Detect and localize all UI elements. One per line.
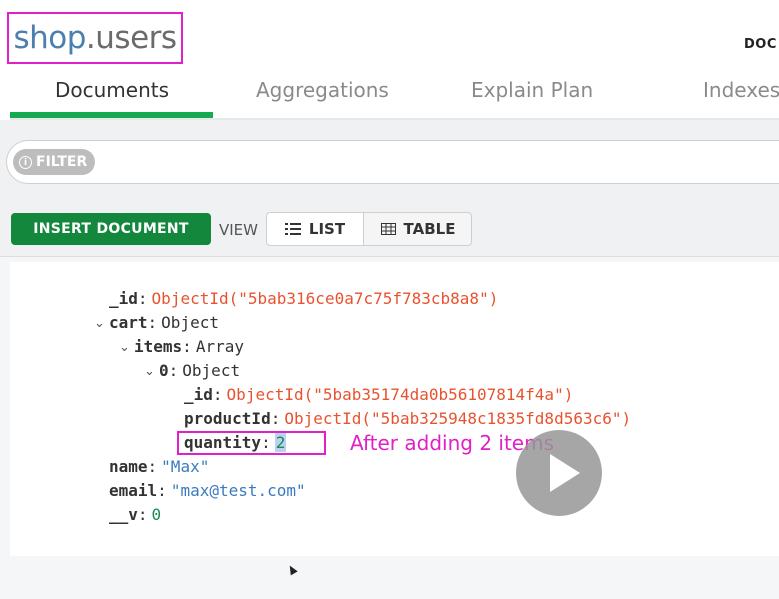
field-value[interactable]: ObjectId("5bab35174da0b56107814f4a")	[227, 385, 574, 404]
field-key: items	[134, 337, 183, 356]
field-key: productId	[184, 409, 271, 428]
quantity-highlight-box	[177, 431, 326, 455]
query-bar: i FILTER	[0, 120, 779, 206]
field-key: name	[109, 457, 148, 476]
info-icon: i	[19, 155, 32, 169]
documents-toolbar: INSERT DOCUMENT VIEW LIST TABLE	[0, 206, 779, 257]
table-icon	[380, 223, 396, 235]
field-value[interactable]: 0	[152, 505, 162, 524]
field-key: __v	[109, 505, 138, 524]
field-item-0: 0: Object	[159, 361, 241, 380]
tab-indexes[interactable]: Indexes	[703, 78, 779, 102]
field-id: _id: ObjectId("5bab316ce0a7c75f783cb8a8")	[109, 289, 499, 308]
tab-explain-plan[interactable]: Explain Plan	[471, 78, 593, 102]
active-tab-indicator	[10, 112, 213, 118]
field-value[interactable]: ObjectId("5bab325948c1835fd8d563c6")	[284, 409, 631, 428]
field-item-id: _id: ObjectId("5bab35174da0b56107814f4a")	[184, 385, 574, 404]
field-key: email	[109, 481, 158, 500]
field-key: _id	[109, 289, 138, 308]
list-icon	[284, 223, 301, 235]
field-value[interactable]: "Max"	[161, 457, 209, 476]
view-toggle: LIST TABLE	[266, 212, 472, 246]
filter-pill: i FILTER	[13, 149, 96, 175]
insert-document-button[interactable]: INSERT DOCUMENT	[11, 213, 211, 245]
namespace-title: shop. users	[7, 12, 183, 64]
field-key: cart	[109, 313, 148, 332]
tab-documents[interactable]: Documents	[55, 78, 169, 102]
cursor-icon	[286, 563, 298, 576]
field-product-id: productId: ObjectId("5bab325948c1835fd8d5…	[184, 409, 632, 428]
db-name: shop	[13, 20, 86, 56]
field-type: Array	[195, 337, 244, 356]
field-value[interactable]: "max@test.com"	[171, 481, 306, 500]
table-view-button[interactable]: TABLE	[364, 213, 472, 245]
tab-aggregations[interactable]: Aggregations	[256, 78, 389, 102]
collection-tabs: Documents Aggregations Explain Plan Inde…	[10, 70, 779, 124]
field-key: _id	[184, 385, 213, 404]
field-value[interactable]: ObjectId("5bab316ce0a7c75f783cb8a8")	[152, 289, 499, 308]
list-view-label: LIST	[308, 220, 346, 238]
caret-down-icon[interactable]: ⌄	[144, 364, 155, 379]
play-icon[interactable]	[516, 430, 602, 516]
table-view-label: TABLE	[403, 220, 456, 238]
field-key: 0	[159, 361, 169, 380]
documents-count-label: DOC	[744, 37, 777, 52]
field-items: items: Array	[134, 337, 244, 356]
namespace-dot: .	[85, 20, 96, 56]
field-version: __v: 0	[109, 505, 162, 524]
field-email: email: "max@test.com"	[109, 481, 306, 500]
collection-name: users	[95, 20, 177, 56]
list-view-button[interactable]: LIST	[267, 213, 364, 245]
field-name: name: "Max"	[109, 457, 210, 476]
caret-down-icon[interactable]: ⌄	[94, 316, 105, 331]
filter-input[interactable]: i FILTER	[6, 140, 779, 184]
field-cart: cart: Object	[109, 313, 219, 332]
header-bar: shop. users DOC Documents Aggregations Ex…	[0, 0, 779, 124]
field-type: Object	[182, 361, 241, 380]
filter-label: FILTER	[36, 154, 88, 170]
caret-down-icon[interactable]: ⌄	[119, 340, 130, 355]
field-type: Object	[161, 313, 219, 332]
view-label: VIEW	[219, 221, 258, 239]
